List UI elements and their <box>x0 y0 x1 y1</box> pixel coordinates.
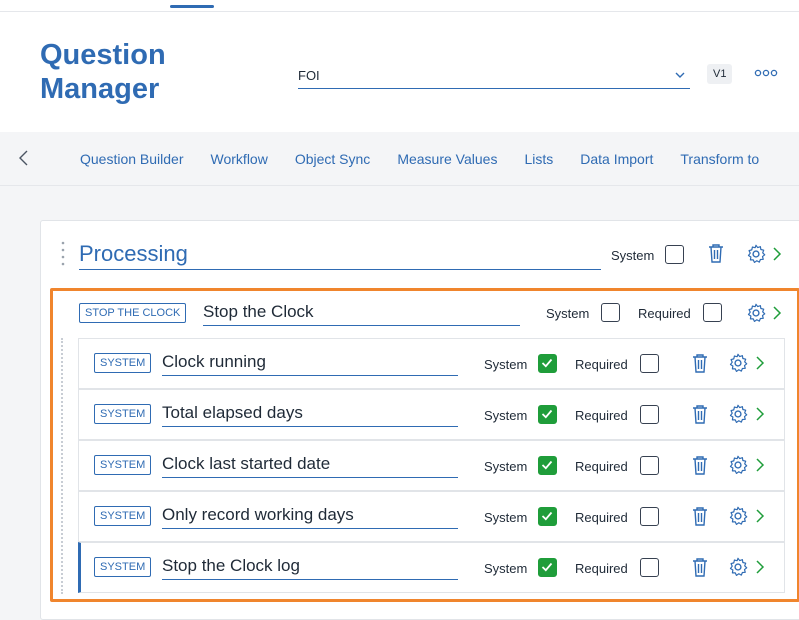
row-required-label: Required <box>575 510 628 525</box>
question-name-input[interactable]: Only record working days <box>162 503 458 529</box>
row-system-checkbox[interactable] <box>538 354 557 373</box>
row-type-badge: SYSTEM <box>94 353 152 373</box>
trash-icon[interactable] <box>692 557 708 577</box>
group-system-label: System <box>546 306 590 321</box>
row-required-checkbox[interactable] <box>640 558 659 577</box>
gear-icon[interactable] <box>727 556 749 578</box>
section-title-input[interactable]: Processing <box>79 236 601 270</box>
group-type-badge: STOP THE CLOCK <box>79 303 187 323</box>
chevron-right-icon[interactable] <box>755 457 765 473</box>
question-name-input[interactable]: Clock running <box>162 350 458 376</box>
row-required-label: Required <box>575 408 628 423</box>
active-tab-indicator <box>170 5 214 8</box>
app-header: Question Manager FOI V1 <box>0 12 799 132</box>
row-system-label: System <box>484 459 528 474</box>
row-required-label: Required <box>575 459 628 474</box>
trash-icon[interactable] <box>692 353 708 373</box>
trash-icon[interactable] <box>692 506 708 526</box>
row-system-label: System <box>484 510 528 525</box>
row-required-checkbox[interactable] <box>640 354 659 373</box>
row-system-checkbox[interactable] <box>538 507 557 526</box>
tab-data-import[interactable]: Data Import <box>580 132 653 186</box>
tab-transform[interactable]: Transform to <box>680 132 759 186</box>
gear-icon[interactable] <box>727 352 749 374</box>
tab-workflow[interactable]: Workflow <box>211 132 268 186</box>
row-required-label: Required <box>575 561 628 576</box>
chevron-right-icon[interactable] <box>772 246 782 262</box>
top-strip <box>0 0 799 12</box>
row-type-badge: SYSTEM <box>94 506 152 526</box>
question-name-input[interactable]: Stop the Clock log <box>162 554 458 580</box>
row-type-badge: SYSTEM <box>94 557 152 577</box>
chevron-right-icon[interactable] <box>755 508 765 524</box>
chevron-right-icon[interactable] <box>755 406 765 422</box>
trash-icon[interactable] <box>692 455 708 475</box>
group-required-label: Required <box>638 306 691 321</box>
tabs: Question Builder Workflow Object Sync Me… <box>80 132 786 186</box>
question-name-input[interactable]: Clock last started date <box>162 452 458 478</box>
chevron-right-icon[interactable] <box>772 305 782 321</box>
row-required-checkbox[interactable] <box>640 405 659 424</box>
chevron-right-icon[interactable] <box>755 559 765 575</box>
tab-question-builder[interactable]: Question Builder <box>80 132 184 186</box>
tab-bar: Question Builder Workflow Object Sync Me… <box>0 132 799 186</box>
section-system-label: System <box>611 248 655 263</box>
more-options-icon[interactable] <box>754 67 778 79</box>
row-system-checkbox[interactable] <box>538 456 557 475</box>
trash-icon[interactable] <box>708 243 724 263</box>
row-type-badge: SYSTEM <box>94 455 152 475</box>
chevron-left-icon[interactable] <box>16 149 32 167</box>
group-required-checkbox[interactable] <box>703 303 722 322</box>
row-required-checkbox[interactable] <box>640 507 659 526</box>
page-title: Question Manager <box>40 39 166 105</box>
row-system-checkbox[interactable] <box>538 405 557 424</box>
chevron-down-icon <box>675 72 685 78</box>
tab-measure-values[interactable]: Measure Values <box>397 132 497 186</box>
form-select-value: FOI <box>298 68 320 83</box>
tab-object-sync[interactable]: Object Sync <box>295 132 370 186</box>
row-system-label: System <box>484 561 528 576</box>
group-name-input[interactable]: Stop the Clock <box>203 300 520 326</box>
gear-icon[interactable] <box>727 505 749 527</box>
tab-lists[interactable]: Lists <box>524 132 553 186</box>
gear-icon[interactable] <box>727 454 749 476</box>
row-required-label: Required <box>575 357 628 372</box>
drag-handle-icon[interactable] <box>61 240 65 268</box>
question-name-input[interactable]: Total elapsed days <box>162 401 458 427</box>
gear-icon[interactable] <box>727 403 749 425</box>
trash-icon[interactable] <box>692 404 708 424</box>
row-type-badge: SYSTEM <box>94 404 152 424</box>
row-system-label: System <box>484 357 528 372</box>
form-select[interactable]: FOI <box>298 61 690 89</box>
row-required-checkbox[interactable] <box>640 456 659 475</box>
row-system-label: System <box>484 408 528 423</box>
version-badge[interactable]: V1 <box>707 64 733 84</box>
gear-icon[interactable] <box>745 302 767 324</box>
group-dotted-guide <box>61 338 64 594</box>
section-system-checkbox[interactable] <box>665 245 684 264</box>
gear-icon[interactable] <box>745 243 767 265</box>
group-system-checkbox[interactable] <box>601 303 620 322</box>
row-system-checkbox[interactable] <box>538 558 557 577</box>
chevron-right-icon[interactable] <box>755 355 765 371</box>
